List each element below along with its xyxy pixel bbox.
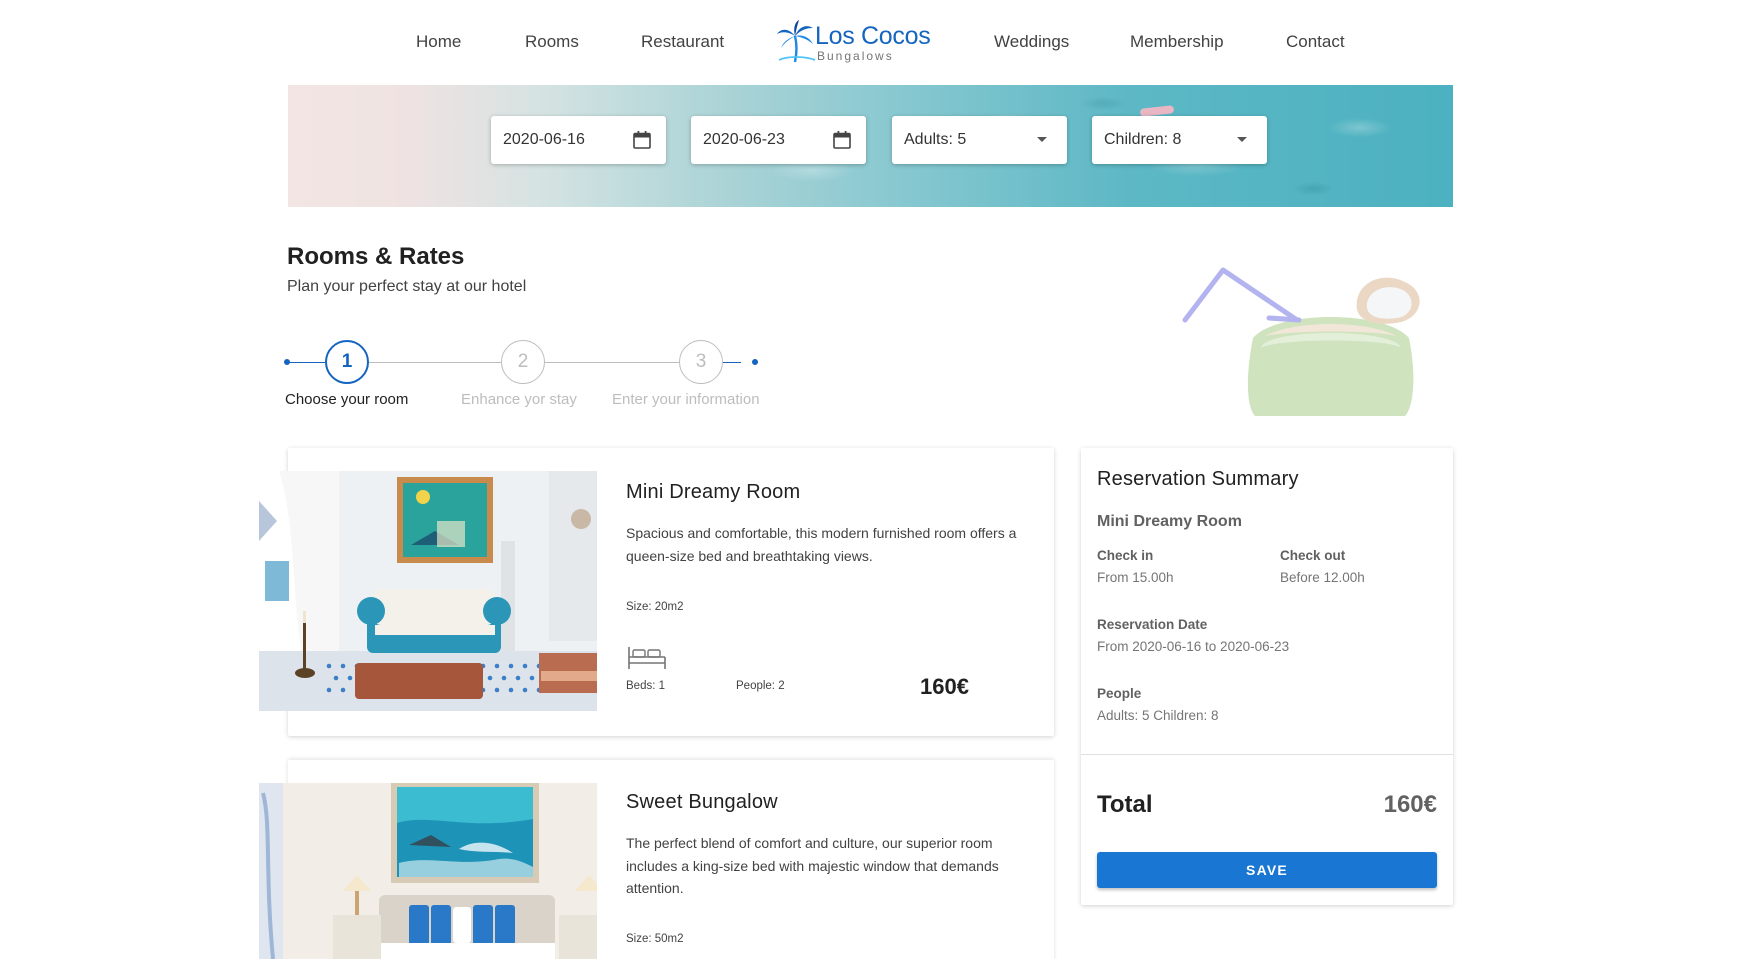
nav-restaurant-link[interactable]: Restaurant — [641, 32, 724, 52]
stepper-line — [545, 362, 679, 363]
room-people: People: 2 — [736, 680, 785, 692]
children-select-value: Children: 8 — [1104, 131, 1182, 148]
check-out-date-field[interactable]: 2020-06-23 — [691, 116, 866, 164]
stepper-line — [369, 362, 501, 363]
step-3-label: Enter your information — [612, 391, 760, 408]
sweet-bungalow-photo — [259, 783, 597, 959]
summary-date-label: Reservation Date — [1097, 617, 1208, 632]
summary-room-name: Mini Dreamy Room — [1097, 513, 1242, 530]
save-button[interactable]: SAVE — [1097, 852, 1437, 888]
reservation-summary-panel: Reservation Summary Mini Dreamy Room Che… — [1081, 448, 1453, 905]
summary-check-in-label: Check in — [1097, 548, 1154, 563]
stepper-line — [723, 362, 741, 363]
step-2-label: Enhance yor stay — [461, 391, 577, 408]
chevron-down-icon — [1237, 137, 1247, 142]
chevron-down-icon — [1037, 137, 1047, 142]
nav-membership-link[interactable]: Membership — [1130, 32, 1224, 52]
room-size: Size: 20m2 — [626, 601, 684, 613]
palm-tree-icon — [777, 20, 816, 63]
page-subtitle: Plan your perfect stay at our hotel — [287, 278, 527, 295]
adults-select-value: Adults: 5 — [904, 131, 967, 148]
summary-total-label: Total — [1097, 791, 1153, 818]
booking-stepper: 1 2 3 Choose your room Enhance yor stay … — [284, 338, 760, 418]
adults-select[interactable]: Adults: 5 — [892, 116, 1067, 164]
page-title: Rooms & Rates — [287, 243, 465, 270]
calendar-icon[interactable] — [832, 130, 852, 150]
stepper-line — [287, 362, 325, 363]
summary-title: Reservation Summary — [1097, 468, 1299, 490]
room-name: Mini Dreamy Room — [626, 481, 801, 503]
nav-rooms-link[interactable]: Rooms — [525, 32, 579, 52]
summary-people-value: Adults: 5 Children: 8 — [1097, 708, 1219, 723]
summary-people-label: People — [1097, 686, 1142, 701]
room-beds: Beds: 1 — [626, 680, 665, 692]
summary-date-value: From 2020-06-16 to 2020-06-23 — [1097, 639, 1290, 654]
coconut-drink-image — [1182, 267, 1420, 416]
logo-name: Los Cocos — [815, 22, 931, 50]
room-description: Spacious and comfortable, this modern fu… — [626, 525, 1017, 564]
check-in-date-value: 2020-06-16 — [503, 131, 585, 148]
room-description: The perfect blend of comfort and culture… — [626, 835, 999, 896]
room-size: Size: 50m2 — [626, 933, 684, 945]
summary-divider — [1081, 754, 1453, 755]
step-1-circle[interactable]: 1 — [325, 340, 369, 384]
step-2-circle[interactable]: 2 — [501, 340, 545, 384]
summary-check-out-label: Check out — [1280, 548, 1346, 563]
hero-beach-banner — [288, 85, 1453, 207]
los-cocos-logo[interactable]: Los Cocos Bungalows — [775, 18, 935, 68]
stepper-end-dot — [752, 359, 758, 365]
bed-icon — [628, 647, 666, 669]
step-3-circle[interactable]: 3 — [679, 340, 723, 384]
room-name: Sweet Bungalow — [626, 791, 778, 813]
check-out-date-value: 2020-06-23 — [703, 131, 785, 148]
mini-dreamy-room-photo — [259, 471, 597, 711]
step-1-label: Choose your room — [285, 391, 409, 408]
children-select[interactable]: Children: 8 — [1092, 116, 1267, 164]
top-navigation: Home Rooms Restaurant Los Cocos Bungalow… — [0, 0, 1764, 84]
check-in-date-field[interactable]: 2020-06-16 — [491, 116, 666, 164]
summary-total-value: 160€ — [1383, 791, 1437, 818]
summary-check-out-value: Before 12.00h — [1280, 570, 1365, 585]
summary-check-in-value: From 15.00h — [1097, 570, 1174, 585]
calendar-icon[interactable] — [632, 130, 652, 150]
nav-home-link[interactable]: Home — [416, 32, 461, 52]
room-price: 160€ — [920, 674, 969, 699]
nav-weddings-link[interactable]: Weddings — [994, 32, 1069, 52]
logo-subtitle: Bungalows — [817, 49, 894, 63]
nav-contact-link[interactable]: Contact — [1286, 32, 1345, 52]
